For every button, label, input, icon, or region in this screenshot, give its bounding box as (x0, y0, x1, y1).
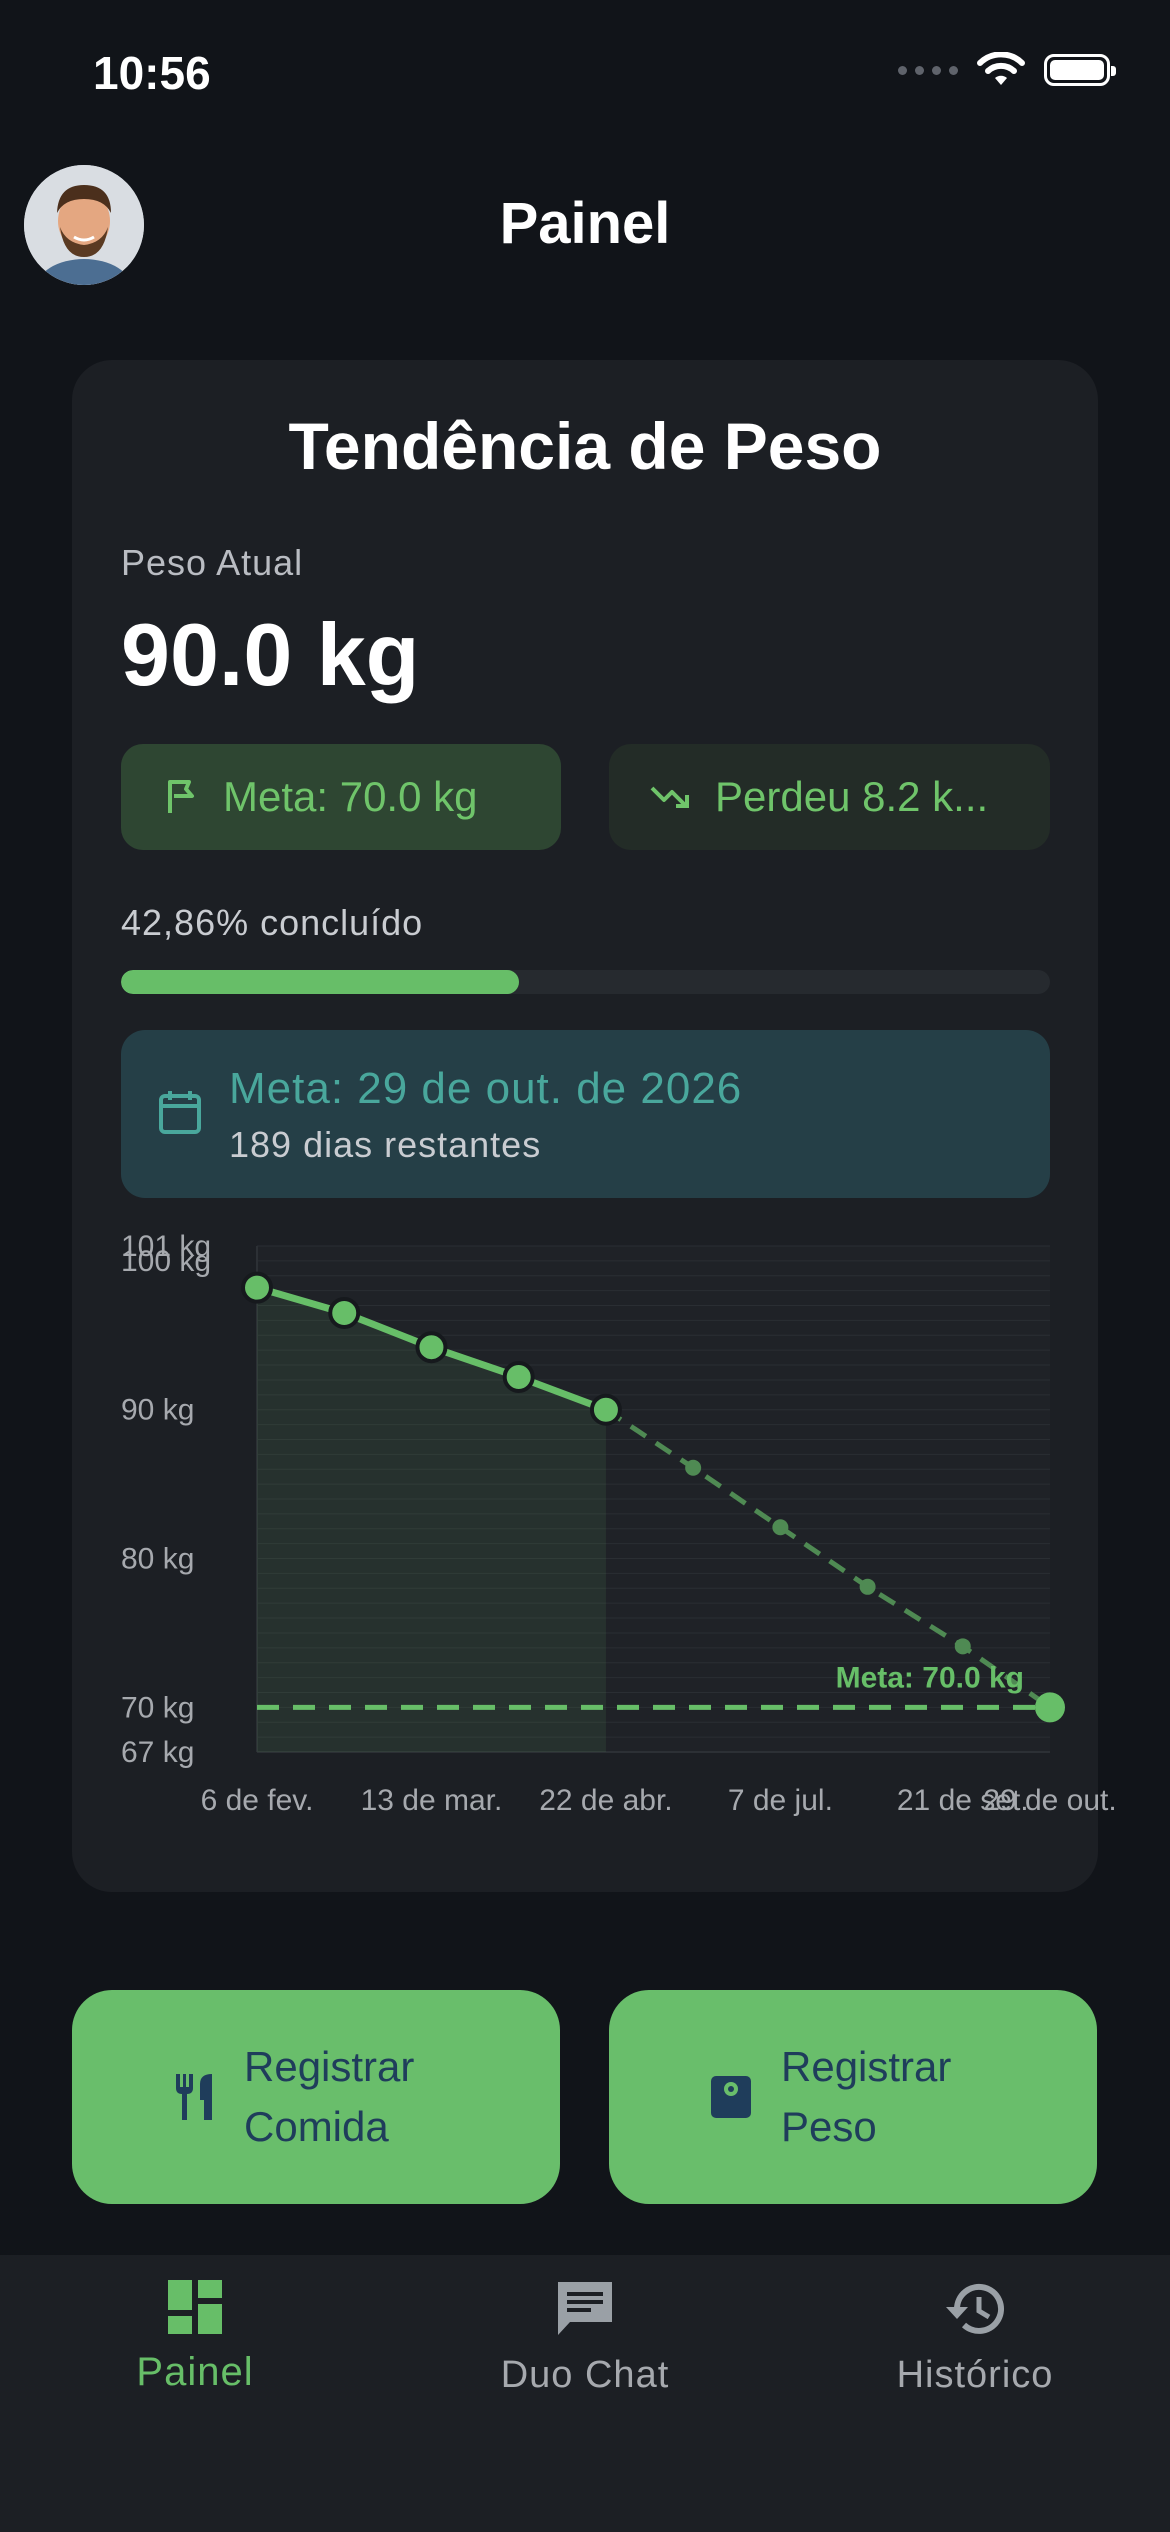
card-title: Tendência de Peso (288, 409, 882, 483)
battery-icon (1044, 54, 1116, 86)
deadline-box (121, 1030, 1050, 1198)
dashboard-icon (168, 2280, 222, 2334)
deadline-title: Meta: 29 de out. de 2026 (229, 1064, 743, 1113)
lost-chip-label: Perdeu 8.2 k... (715, 773, 989, 820)
wifi-icon (977, 52, 1025, 85)
progress-label: 42,86% concluído (121, 902, 424, 943)
status-time: 10:56 (93, 47, 211, 99)
nav-item-historico[interactable]: Histórico (780, 2278, 1170, 2397)
current-weight-value: 90.0 kg (121, 605, 420, 704)
trending-down-icon (650, 786, 689, 808)
nav-item-painel[interactable]: Painel (0, 2278, 390, 2395)
lost-chip[interactable]: Perdeu 8.2 k... (609, 744, 1050, 850)
scale-icon (711, 2076, 751, 2118)
nav-label-historico: Histórico (896, 2354, 1054, 2396)
fork-knife-icon (176, 2074, 212, 2120)
progress-bar-fill (121, 970, 520, 994)
page-title: Painel (499, 191, 671, 256)
deadline-subtitle: 189 dias restantes (229, 1124, 542, 1165)
nav-item-duo-chat[interactable]: Duo Chat (390, 2278, 780, 2397)
current-weight-label: Peso Atual (121, 542, 304, 583)
nav-label-painel: Painel (136, 2350, 254, 2394)
status-icons (898, 52, 1116, 88)
history-icon (946, 2283, 1004, 2334)
goal-chip[interactable]: Meta: 70.0 kg (121, 744, 561, 850)
chat-icon (558, 2282, 612, 2335)
log-food-button[interactable]: Registrar Comida (72, 1990, 560, 2204)
nav-label-duo-chat: Duo Chat (500, 2354, 670, 2396)
log-food-label: Registrar Comida (244, 2043, 415, 2150)
goal-chip-label: Meta: 70.0 kg (223, 773, 478, 820)
calendar-icon (159, 1091, 201, 1134)
log-weight-label: Registrar Peso (781, 2043, 952, 2150)
progress-bar (121, 970, 1050, 994)
log-weight-button[interactable]: Registrar Peso (609, 1990, 1097, 2204)
signal-icon (898, 65, 958, 75)
flag-icon (168, 780, 194, 813)
